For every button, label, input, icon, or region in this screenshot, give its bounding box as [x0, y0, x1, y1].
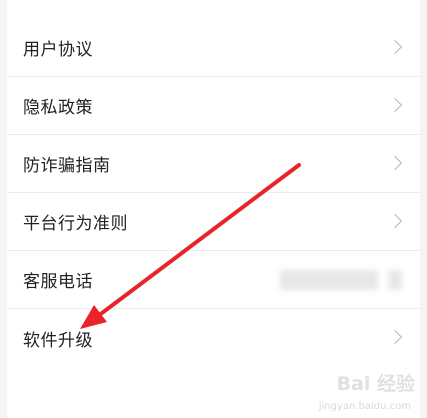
watermark-url: jingyan.baidu.com	[318, 401, 411, 412]
watermark-logo: Bai 经验	[336, 373, 415, 395]
red-annotation-arrow	[80, 163, 301, 329]
